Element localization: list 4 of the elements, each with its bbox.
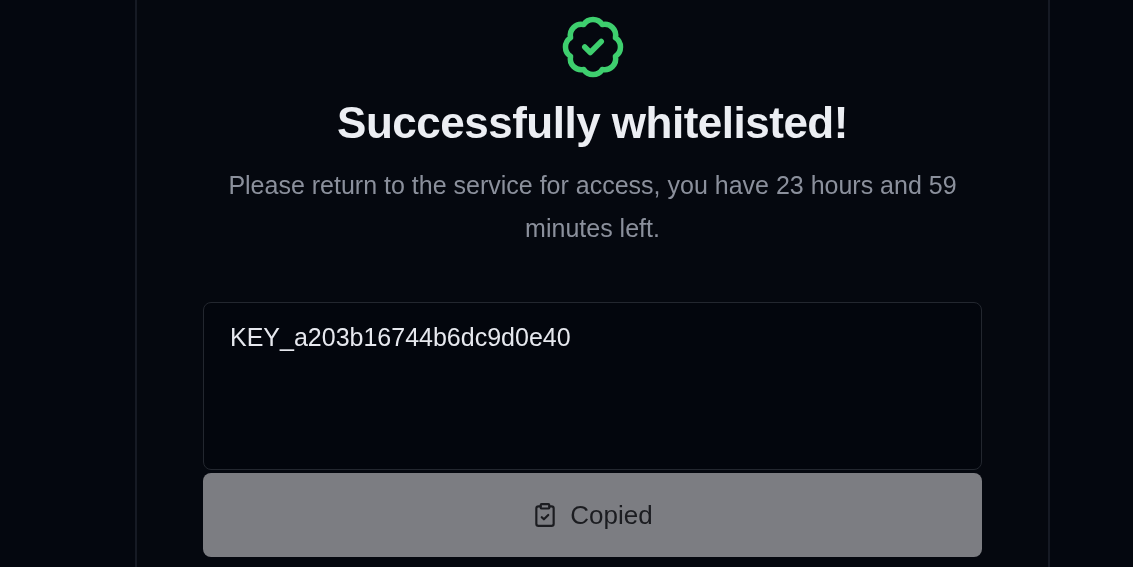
- status-message: Please return to the service for access, you have 23 hours and 59 minutes left.: [227, 170, 958, 244]
- success-title: Successfully whitelisted!: [337, 98, 848, 148]
- copy-button[interactable]: Copied: [203, 473, 982, 557]
- key-field[interactable]: KEY_a203b16744b6dc9d0e40: [203, 302, 982, 470]
